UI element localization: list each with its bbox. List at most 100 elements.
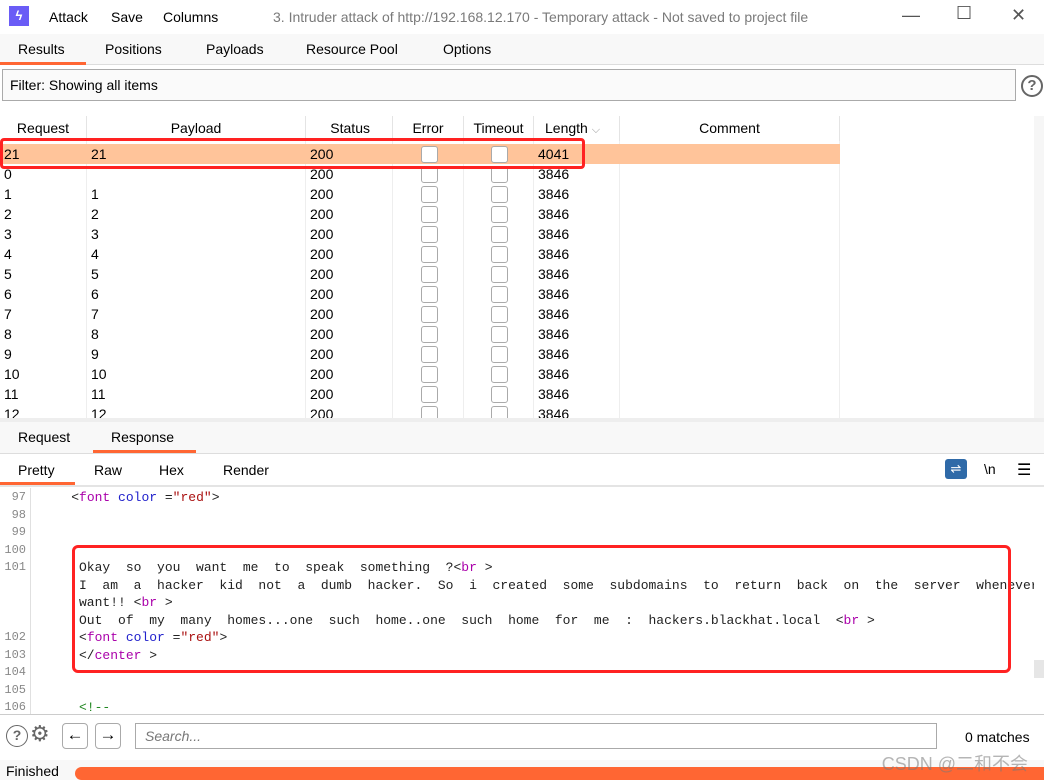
filter-bar[interactable]: Filter: Showing all items bbox=[2, 69, 1016, 101]
error-checkbox bbox=[421, 266, 438, 283]
table-row[interactable]: 12 12 200 3846 bbox=[0, 404, 840, 418]
table-row[interactable]: 5 5 200 3846 bbox=[0, 264, 840, 284]
cell-payload: 10 bbox=[91, 366, 107, 382]
settings-gear-icon[interactable]: ⚙ bbox=[30, 721, 50, 747]
table-row[interactable]: 9 9 200 3846 bbox=[0, 344, 840, 364]
cell-length: 3846 bbox=[538, 286, 570, 302]
timeout-checkbox bbox=[491, 366, 508, 383]
cell-request: 8 bbox=[4, 326, 12, 342]
line-number: 100 bbox=[4, 542, 26, 557]
cell-status: 200 bbox=[310, 206, 334, 222]
code-token: = bbox=[157, 490, 173, 505]
table-row[interactable]: 7 7 200 3846 bbox=[0, 304, 840, 324]
cell-request: 12 bbox=[4, 406, 20, 418]
line-number: 103 bbox=[4, 647, 26, 662]
cell-request: 10 bbox=[4, 366, 20, 382]
cell-length: 3846 bbox=[538, 346, 570, 362]
close-button[interactable]: ✕ bbox=[1011, 5, 1026, 26]
cell-status: 200 bbox=[310, 186, 334, 202]
newline-toggle-icon[interactable]: \n bbox=[984, 461, 996, 477]
menu-columns[interactable]: Columns bbox=[163, 9, 218, 25]
cell-request: 1 bbox=[4, 186, 12, 202]
timeout-checkbox bbox=[491, 306, 508, 323]
help-icon[interactable]: ? bbox=[6, 725, 28, 747]
previous-match-button[interactable]: ← bbox=[62, 723, 88, 749]
error-checkbox bbox=[421, 246, 438, 263]
burp-logo-icon: ϟ bbox=[9, 6, 29, 26]
sort-chevron-icon: ⌵ bbox=[591, 124, 601, 136]
timeout-checkbox bbox=[491, 346, 508, 363]
table-row[interactable]: 6 6 200 3846 bbox=[0, 284, 840, 304]
column-header-comment[interactable]: Comment bbox=[620, 116, 840, 141]
tab-results[interactable]: Results bbox=[18, 41, 65, 57]
cell-status: 200 bbox=[310, 366, 334, 382]
table-row[interactable]: 2 2 200 3846 bbox=[0, 204, 840, 224]
timeout-checkbox bbox=[491, 206, 508, 223]
table-row[interactable]: 1 1 200 3846 bbox=[0, 184, 840, 204]
cell-payload: 6 bbox=[91, 286, 99, 302]
line-number: 101 bbox=[4, 560, 26, 574]
tab-request[interactable]: Request bbox=[18, 429, 70, 445]
timeout-checkbox bbox=[491, 266, 508, 283]
error-checkbox bbox=[421, 406, 438, 418]
minimize-button[interactable]: — bbox=[902, 5, 920, 26]
tab-response[interactable]: Response bbox=[111, 429, 174, 445]
timeout-checkbox bbox=[491, 246, 508, 263]
timeout-checkbox bbox=[491, 386, 508, 403]
annotation-box-response-text bbox=[72, 545, 1011, 673]
tab-pretty[interactable]: Pretty bbox=[18, 462, 55, 478]
code-token: "red" bbox=[172, 490, 212, 505]
main-tabs: Results Positions Payloads Resource Pool… bbox=[0, 34, 1044, 65]
code-token: > bbox=[211, 490, 220, 505]
cell-payload: 5 bbox=[91, 266, 99, 282]
next-match-button[interactable]: → bbox=[95, 723, 121, 749]
table-row[interactable]: 3 3 200 3846 bbox=[0, 224, 840, 244]
editor-scrollbar-thumb[interactable] bbox=[1034, 660, 1044, 678]
tab-options[interactable]: Options bbox=[443, 41, 491, 57]
error-checkbox bbox=[421, 306, 438, 323]
help-icon[interactable]: ? bbox=[1021, 75, 1043, 97]
annotation-box-selected-row bbox=[0, 138, 585, 169]
cell-status: 200 bbox=[310, 246, 334, 262]
window-title: 3. Intruder attack of http://192.168.12.… bbox=[273, 9, 809, 25]
timeout-checkbox bbox=[491, 186, 508, 203]
timeout-checkbox bbox=[491, 326, 508, 343]
menu-save[interactable]: Save bbox=[111, 9, 143, 25]
table-row[interactable]: 8 8 200 3846 bbox=[0, 324, 840, 344]
maximize-button[interactable]: ☐ bbox=[956, 3, 972, 24]
cell-length: 3846 bbox=[538, 206, 570, 222]
tab-positions[interactable]: Positions bbox=[105, 41, 162, 57]
cell-length: 3846 bbox=[538, 266, 570, 282]
cell-request: 6 bbox=[4, 286, 12, 302]
wrap-lines-icon[interactable]: ⇌ bbox=[945, 459, 967, 479]
table-row[interactable]: 4 4 200 3846 bbox=[0, 244, 840, 264]
cell-request: 5 bbox=[4, 266, 12, 282]
table-row[interactable]: 11 11 200 3846 bbox=[0, 384, 840, 404]
tab-resource-pool[interactable]: Resource Pool bbox=[306, 41, 398, 57]
tab-hex[interactable]: Hex bbox=[159, 462, 184, 478]
error-checkbox bbox=[421, 286, 438, 303]
table-row[interactable]: 10 10 200 3846 bbox=[0, 364, 840, 384]
timeout-checkbox bbox=[491, 226, 508, 243]
tab-render[interactable]: Render bbox=[223, 462, 269, 478]
arrow-right-icon: → bbox=[99, 725, 117, 744]
error-checkbox bbox=[421, 366, 438, 383]
watermark: CSDN @二和不会 bbox=[881, 754, 1028, 774]
cell-length: 3846 bbox=[538, 226, 570, 242]
tab-payloads[interactable]: Payloads bbox=[206, 41, 264, 57]
title-bar: ϟ Attack Save Columns 3. Intruder attack… bbox=[0, 0, 1044, 34]
menu-attack[interactable]: Attack bbox=[49, 9, 88, 25]
cell-status: 200 bbox=[310, 326, 334, 342]
table-scrollbar[interactable] bbox=[1034, 116, 1044, 418]
column-header-length-label: Length bbox=[545, 120, 588, 136]
error-checkbox bbox=[421, 386, 438, 403]
cell-status: 200 bbox=[310, 346, 334, 362]
search-input[interactable]: Search... bbox=[135, 723, 937, 749]
editor-menu-icon[interactable]: ☰ bbox=[1017, 460, 1031, 480]
active-tab-underline bbox=[0, 62, 86, 65]
arrow-left-icon: ← bbox=[66, 725, 84, 744]
tab-raw[interactable]: Raw bbox=[94, 462, 122, 478]
cell-request: 3 bbox=[4, 226, 12, 242]
code-token: font bbox=[79, 490, 111, 505]
